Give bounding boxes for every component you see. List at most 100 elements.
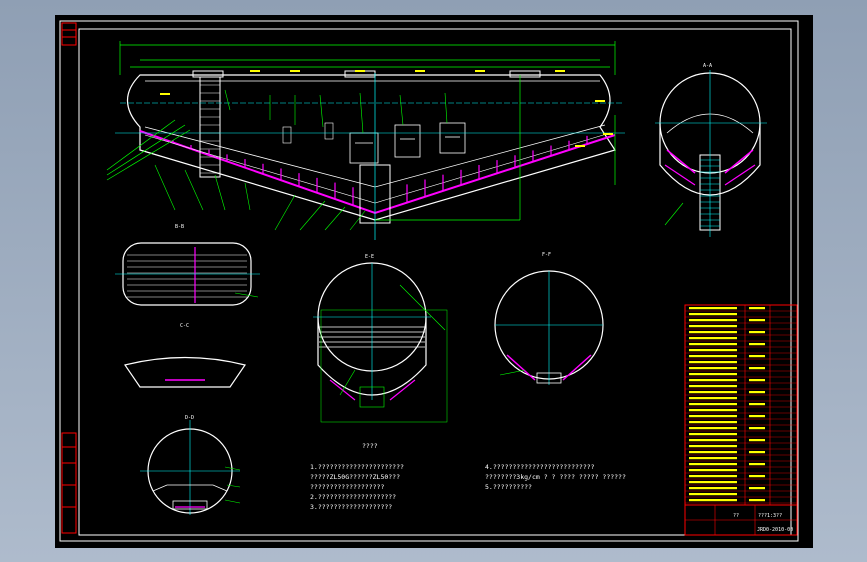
bom-text-mark (689, 355, 737, 358)
bom-text-mark (689, 361, 737, 364)
leader-line (299, 200, 326, 231)
bom-text-mark (749, 427, 765, 430)
tank-v-bottom (139, 130, 616, 215)
bom-text-mark (689, 421, 737, 424)
tank-outline (127, 74, 616, 221)
bom-text-mark (689, 373, 737, 376)
bom-text-mark (749, 331, 765, 334)
bom-text-mark (689, 391, 737, 394)
note-line-2: ?????ZL50G??????ZL50??? (310, 473, 400, 481)
bom-text-mark (689, 445, 737, 448)
leader-line (224, 89, 231, 111)
side-view: A-A (655, 63, 767, 237)
bom-text-mark (689, 397, 737, 400)
bom-text-mark (749, 451, 765, 454)
bom-text-mark (689, 433, 737, 436)
leader-line (349, 210, 366, 231)
bom-text-mark (749, 343, 765, 346)
note-line-7: ????????3kg/cm ? ? ???? ????? ?????? (485, 473, 626, 481)
bom-text-mark (689, 427, 737, 430)
leader-line (244, 182, 251, 211)
annotation-tick (290, 70, 300, 72)
note-line-8: 5.?????????? (485, 483, 532, 491)
bom-text-mark (689, 337, 737, 340)
annotation-tick (555, 70, 565, 72)
annotation-tick (603, 133, 613, 135)
bom-text-mark (749, 355, 765, 358)
annotation-tick (160, 93, 170, 95)
leader-line (274, 194, 296, 231)
bom-text-mark (749, 415, 765, 418)
annotation-tick (595, 100, 605, 102)
title-material: ?? (733, 513, 739, 519)
bom-text-mark (749, 499, 765, 502)
leader-line (324, 206, 346, 231)
inner-frame (78, 28, 792, 536)
bom-text-mark (689, 463, 737, 466)
title-block: ?? ???1:3?? JRD0-2010-00 (684, 504, 798, 536)
bom-text-mark (689, 331, 737, 334)
leader-line (359, 92, 364, 134)
bom-text-mark (749, 391, 765, 394)
annotation-tick (415, 70, 425, 72)
bom-text-mark (689, 313, 737, 316)
bom-text-mark (689, 481, 737, 484)
bom-text-mark (749, 487, 765, 490)
section-e-label: E-E (365, 254, 374, 260)
notes-heading: ???? (362, 442, 378, 450)
bom-text-mark (749, 463, 765, 466)
annotation-tick (575, 145, 585, 147)
bom-text-mark (689, 319, 737, 322)
bom-text-mark (749, 307, 765, 310)
tank-drawing: A-A B-B C-C D-D E-E F-F ???? 1.?????????… (59, 20, 799, 542)
outer-frame (59, 20, 799, 542)
bom-text-mark (749, 319, 765, 322)
section-d-label: D-D (185, 415, 194, 421)
title-drawing-number: JRD0-2010-00 (757, 527, 793, 533)
technical-notes: ???? 1.?????????????????????? ?????ZL50G… (310, 442, 626, 511)
bom-text-mark (689, 487, 737, 490)
bom-text-mark (689, 403, 737, 406)
bom-text-mark (689, 307, 737, 310)
parts-list (684, 304, 798, 506)
left-margin-strip-bottom (61, 432, 77, 534)
bom-text-mark (689, 493, 737, 496)
bom-text-mark (749, 403, 765, 406)
section-b-label: B-B (175, 224, 184, 230)
section-f-view: F-F (494, 252, 604, 385)
note-line-1: 1.?????????????????????? (310, 463, 404, 471)
section-e-view: E-E (313, 254, 448, 423)
bom-text-mark (749, 439, 765, 442)
leader-line (154, 164, 176, 211)
leader-line (214, 174, 226, 211)
left-margin-strip-top (61, 22, 77, 46)
bom-text-mark (689, 475, 737, 478)
leader-line (444, 92, 448, 124)
bom-text-mark (689, 349, 737, 352)
note-line-5: 3.??????????????????? (310, 503, 392, 511)
section-b-view: B-B (115, 224, 260, 306)
bom-text-mark (689, 469, 737, 472)
note-line-6: 4.?????????????????????????? (485, 463, 595, 471)
cad-viewport[interactable]: A-A B-B C-C D-D E-E F-F ???? 1.?????????… (55, 15, 813, 548)
section-d-view: D-D (140, 415, 241, 515)
bom-text-mark (749, 475, 765, 478)
title-scale: ???1:3?? (758, 513, 782, 519)
bom-text-mark (689, 499, 737, 502)
leader-line (399, 94, 404, 126)
bom-text-mark (689, 409, 737, 412)
note-line-4: 2.???????????????????? (310, 493, 396, 501)
bom-text-mark (689, 457, 737, 460)
main-elevation-view (106, 41, 625, 240)
bom-text-mark (689, 325, 737, 328)
bom-text-mark (689, 367, 737, 370)
bom-text-mark (689, 343, 737, 346)
annotation-tick (475, 70, 485, 72)
bom-text-mark (689, 451, 737, 454)
leader-line (319, 94, 324, 128)
annotation-tick (355, 70, 365, 72)
note-line-3: ??????????????????? (310, 483, 384, 491)
bom-text-mark (689, 415, 737, 418)
bom-text-mark (749, 379, 765, 382)
bom-text-mark (689, 385, 737, 388)
